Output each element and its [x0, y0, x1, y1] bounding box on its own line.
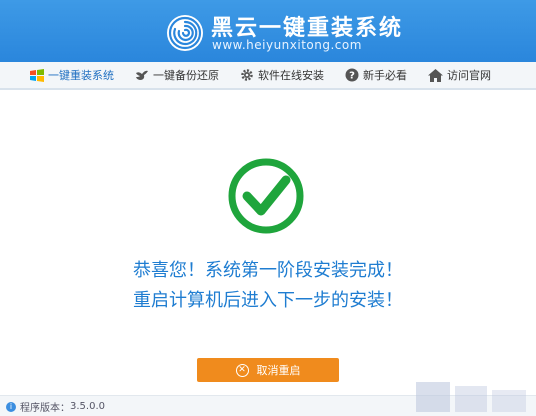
- nav-bar: 一键重装系统 一键备份还原 软件在线安装 ? 新手必看 访问官网: [0, 62, 536, 90]
- svg-text:?: ?: [349, 71, 355, 82]
- nav-item-label: 新手必看: [363, 69, 407, 82]
- success-check-icon: [228, 158, 304, 234]
- cancel-restart-button[interactable]: ✕ 取消重启: [197, 358, 339, 382]
- app-url: www.heiyunxitong.com: [212, 38, 362, 52]
- nav-item-reinstall[interactable]: 一键重装系统: [30, 62, 114, 88]
- nav-item-label: 一键备份还原: [153, 69, 219, 82]
- swirl-logo-icon: [167, 15, 203, 51]
- success-message: 恭喜您！系统第一阶段安装完成！: [133, 260, 403, 281]
- nav-item-guide[interactable]: ? 新手必看: [345, 62, 407, 88]
- help-icon: ?: [345, 68, 359, 82]
- version-number: 3.5.0.0: [70, 401, 105, 412]
- close-circle-icon: ✕: [235, 363, 249, 377]
- bird-icon: [136, 70, 148, 80]
- nav-item-label: 一键重装系统: [48, 69, 114, 82]
- gear-icon: [241, 69, 253, 81]
- version-label: 程序版本：: [20, 403, 70, 414]
- cancel-restart-label: 取消重启: [256, 364, 301, 377]
- windows-icon: [30, 68, 44, 82]
- nav-item-label: 软件在线安装: [258, 69, 324, 82]
- watermark-block: [455, 386, 487, 412]
- info-icon: i: [6, 401, 16, 412]
- nav-item-website[interactable]: 访问官网: [428, 62, 491, 88]
- nav-item-backup[interactable]: 一键备份还原: [135, 62, 219, 88]
- home-icon: [428, 68, 443, 82]
- app-header: 黑云一键重装系统 www.heiyunxitong.com: [0, 0, 536, 62]
- nav-item-label: 访问官网: [447, 69, 491, 82]
- nav-item-software[interactable]: 软件在线安装: [240, 62, 324, 88]
- watermark-block: [492, 390, 526, 412]
- version-info: i 程序版本： 3.5.0.0: [6, 399, 105, 414]
- watermark-block: [416, 382, 450, 412]
- restart-message: 重启计算机后进入下一步的安装！: [133, 290, 403, 311]
